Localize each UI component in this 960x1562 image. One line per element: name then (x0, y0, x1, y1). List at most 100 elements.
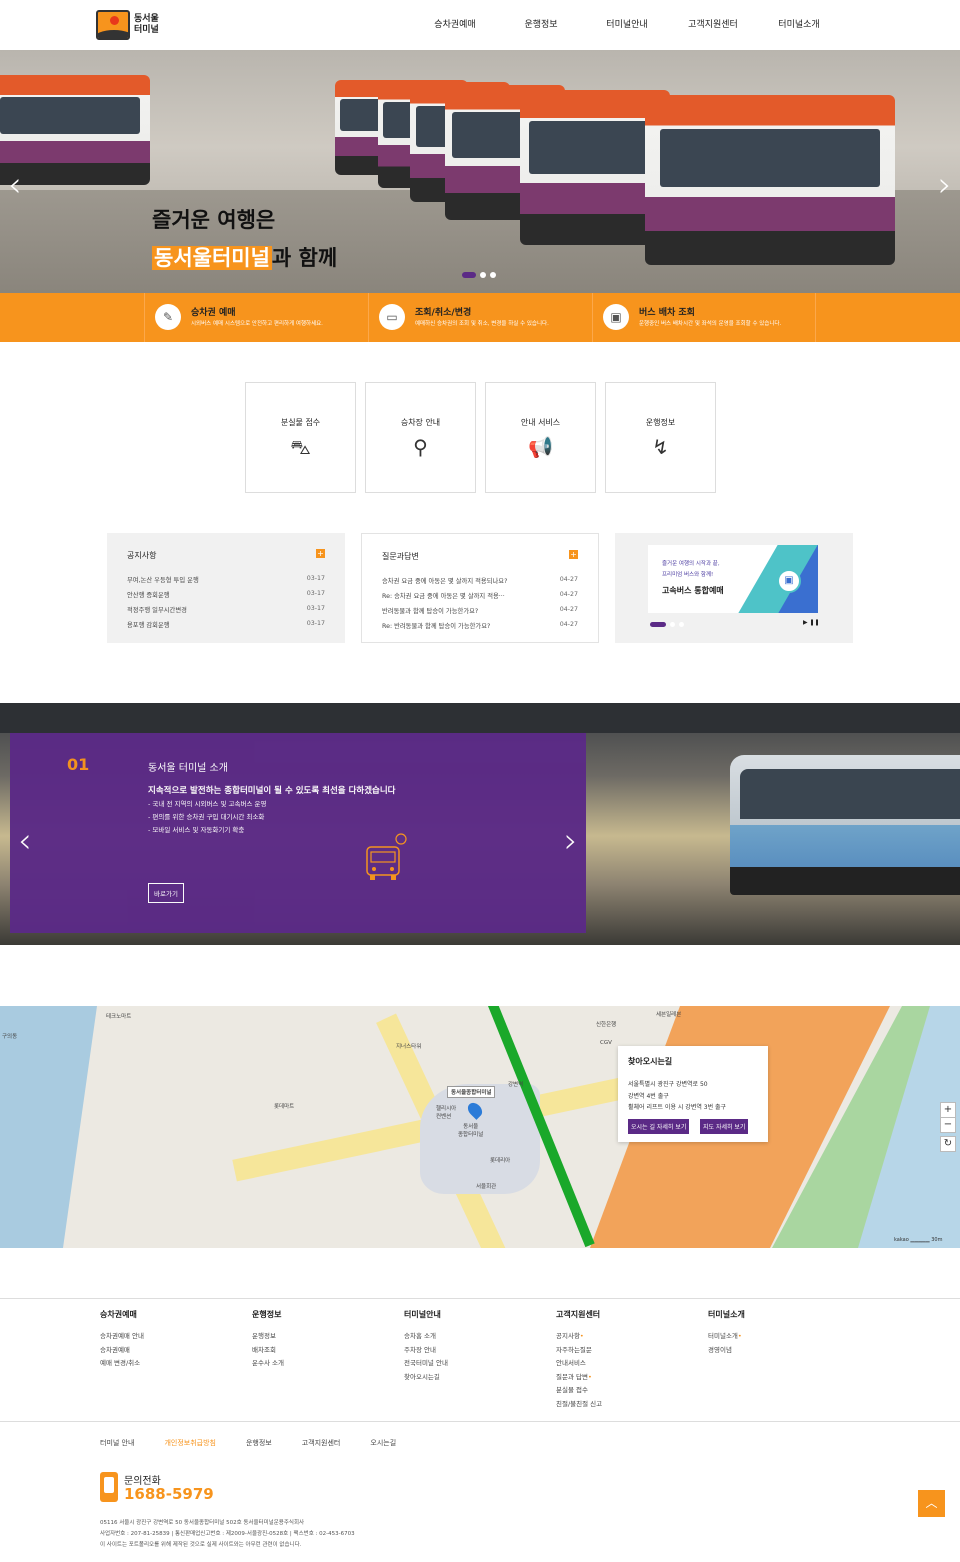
route-detail-button[interactable]: 오시는 길 자세히 보기 (628, 1119, 690, 1134)
hero-next-arrow-icon[interactable]: › (938, 165, 952, 205)
footer-col-ticket: 승차권예매 승차권예매 안내 승차권예매 예매 변경/취소 (100, 1309, 144, 1371)
quick-platform[interactable]: 승차장 안내 ⚲ (365, 382, 476, 493)
footer-link[interactable]: 친절/불친절 신고 (556, 1398, 602, 1412)
refresh-icon[interactable]: ↻ (940, 1136, 956, 1152)
footer-link[interactable]: 자주하는질문 (556, 1344, 602, 1358)
banner-title: 고속버스 통합예매 (662, 586, 724, 595)
footer-link[interactable]: 운수사 소개 (252, 1357, 284, 1371)
footer-link[interactable]: 운행정보 (252, 1330, 284, 1344)
nav-item-schedule[interactable]: 운행정보 (498, 17, 584, 30)
footer-link[interactable]: 분실물 접수 (556, 1384, 602, 1398)
quick-label: 승차장 안내 (400, 418, 441, 427)
service-bus-dispatch[interactable]: ▣ 버스 배차 조회 운행중인 버스 배차시간 및 좌석의 운영을 조회할 수 … (592, 293, 816, 342)
map-detail-button[interactable]: 지도 자세히 보기 (700, 1119, 749, 1134)
footer-col-support: 고객지원센터 공지사항• 자주하는질문 안내서비스 질문과 답변• 분실물 접수… (556, 1309, 602, 1411)
footer-link[interactable]: 주차장 안내 (404, 1344, 448, 1358)
footer-link-support[interactable]: 고객지원센터 (302, 1438, 341, 1448)
list-item[interactable]: 부여,논산 우등형 투입 운행 03-17 (127, 575, 325, 590)
hero-dot-2[interactable] (480, 272, 486, 278)
intro-bus-image (730, 755, 960, 895)
footer-sitemap: 승차권예매 승차권예매 안내 승차권예매 예매 변경/취소 운행정보 운행정보 … (0, 1298, 960, 1422)
banner-dot-1[interactable] (650, 622, 666, 627)
banner-dot-3[interactable] (679, 622, 684, 627)
service-lookup[interactable]: ▭ 조회/취소/변경 예매하신 승차권의 조회 및 취소, 변경을 하실 수 있… (368, 293, 592, 342)
list-item[interactable]: 용포행 감회운행 03-17 (127, 620, 325, 635)
map-label: 헬리시아 컨벤션 (436, 1106, 457, 1120)
map-label: 신한은행 (596, 1022, 617, 1028)
map-label: 강변역 (508, 1082, 524, 1088)
footer-link-schedule[interactable]: 운행정보 (246, 1438, 272, 1448)
footer-link[interactable]: 승차권예매 (100, 1344, 144, 1358)
directions-exit: 강변역 4번 출구 (628, 1093, 669, 1100)
nav-item-support[interactable]: 고객지원센터 (670, 17, 756, 30)
express-bus-banner[interactable]: 즐거운 여행의 시작과 끝, 프리미엄 버스와 함께! 고속버스 통합예매 ▣ (648, 545, 818, 613)
qna-title: 질문과답변 (382, 552, 419, 561)
footer-link[interactable]: 경영이념 (708, 1344, 745, 1358)
location-pin-icon: ⚲ (413, 435, 428, 459)
location-map[interactable]: 동서울종합터미널 동서울 종합터미널 헬리시아 컨벤션 롯데리아 서울회관 지너… (0, 1006, 960, 1248)
logo-text: 동서울 터미널 (134, 14, 159, 35)
logo[interactable]: 동서울 터미널 (96, 10, 164, 40)
list-item[interactable]: Re: 승차권 요금 중에 아동은 몇 살까지 적용··· 04-27 (382, 591, 578, 606)
banner-play-pause[interactable]: ▶ ❚❚ (803, 619, 820, 626)
nav-item-terminal[interactable]: 터미널안내 (584, 17, 670, 30)
list-item[interactable]: 승차권 요금 중에 아동은 몇 살까지 적용되나요? 04-27 (382, 576, 578, 591)
zoom-in-icon[interactable]: + (940, 1102, 956, 1118)
footer-link[interactable]: 승차홈 소개 (404, 1330, 448, 1344)
footer-link[interactable]: 질문과 답변• (556, 1371, 602, 1385)
qna-more-plus-icon[interactable]: + (569, 550, 578, 559)
banner-dot-2[interactable] (670, 622, 675, 627)
footer-link[interactable]: 터미널소개• (708, 1330, 745, 1344)
map-label: 서울회관 (476, 1184, 497, 1190)
hero-dot-1[interactable] (462, 272, 476, 278)
scroll-to-top-icon[interactable]: ︿ (918, 1490, 945, 1517)
footer-link[interactable]: 안내서비스 (556, 1357, 602, 1371)
quick-schedule[interactable]: 운행정보 ↯ (605, 382, 716, 493)
qna-panel: 질문과답변 + 승차권 요금 중에 아동은 몇 살까지 적용되나요? 04-27 … (361, 533, 599, 643)
service-desc: 예매하신 승차권의 조회 및 취소, 변경을 하실 수 있습니다. (415, 321, 549, 327)
footer-link[interactable]: 전국터미널 안내 (404, 1357, 448, 1371)
logo-icon (96, 10, 130, 40)
list-item[interactable]: 적정주행 일부시간변경 03-17 (127, 605, 325, 620)
service-ticket[interactable]: ✎ 승차권 예매 시외버스 예매 시스템으로 안전하고 편리하게 여행하세요. (144, 293, 368, 342)
list-item[interactable]: 안산행 증회운행 03-17 (127, 590, 325, 605)
footer-col-schedule: 운행정보 운행정보 배차조회 운수사 소개 (252, 1309, 284, 1371)
list-item[interactable]: Re: 반려동물과 함께 탑승이 가능한가요? 04-27 (382, 621, 578, 636)
hero-bus-image (0, 75, 150, 185)
banner-line1: 즐거운 여행의 시작과 끝, (662, 561, 720, 567)
notice-more-plus-icon[interactable]: + (316, 549, 325, 558)
intro-bullet: - 국내 전 지역의 시외버스 및 고속버스 운영 (148, 800, 267, 808)
hero-bus-image (645, 95, 895, 265)
zoom-out-icon[interactable]: − (940, 1117, 956, 1133)
megaphone-icon: 📢 (528, 435, 553, 459)
quick-info-service[interactable]: 안내 서비스 📢 (485, 382, 596, 493)
footer-link-terminal[interactable]: 터미널 안내 (100, 1438, 134, 1448)
hero-title-rest: 과 함께 (271, 246, 338, 270)
intro-next-arrow-icon[interactable]: › (564, 821, 578, 861)
footer-link-privacy[interactable]: 개인정보취급방침 (164, 1438, 216, 1448)
contact-number[interactable]: 1688-5979 (124, 1485, 214, 1503)
nav-item-about[interactable]: 터미널소개 (756, 17, 842, 30)
footer-link[interactable]: 승차권예매 안내 (100, 1330, 144, 1344)
map-label: 세븐일레븐 (656, 1012, 682, 1018)
footer-col-about: 터미널소개 터미널소개• 경영이념 (708, 1309, 745, 1357)
footer-link[interactable]: 배차조회 (252, 1344, 284, 1358)
footer-link[interactable]: 찾아오시는길 (404, 1371, 448, 1385)
directions-wheelchair: 휠체어 리프트 이용 시 강변역 3번 출구 (628, 1104, 727, 1111)
footer-link[interactable]: 예매 변경/취소 (100, 1357, 144, 1371)
portfolio-disclaimer: 이 사이트는 포트폴리오를 위해 제작된 것으로 실제 사이트와는 아무런 관련… (100, 1542, 302, 1548)
hero-prev-arrow-icon[interactable]: ‹ (8, 165, 22, 205)
service-title: 승차권 예매 (191, 308, 236, 318)
intro-prev-arrow-icon[interactable]: ‹ (18, 821, 32, 861)
footer-col-terminal: 터미널안내 승차홈 소개 주차장 안내 전국터미널 안내 찾아오시는길 (404, 1309, 448, 1384)
map-label: 지너스타워 (396, 1044, 422, 1050)
service-title: 조회/취소/변경 (415, 308, 472, 318)
quick-lost-found[interactable]: 분실물 접수 ⛍ (245, 382, 356, 493)
hero-dot-3[interactable] (490, 272, 496, 278)
footer-link[interactable]: 공지사항• (556, 1330, 602, 1344)
footer-link-directions[interactable]: 오시는길 (370, 1438, 396, 1448)
intro-go-button[interactable]: 바로가기 (148, 883, 184, 903)
map-terminal-area (420, 1084, 540, 1194)
nav-item-ticket[interactable]: 승차권예매 (412, 17, 498, 30)
list-item[interactable]: 반려동물과 함께 탑승이 가능한가요? 04-27 (382, 606, 578, 621)
